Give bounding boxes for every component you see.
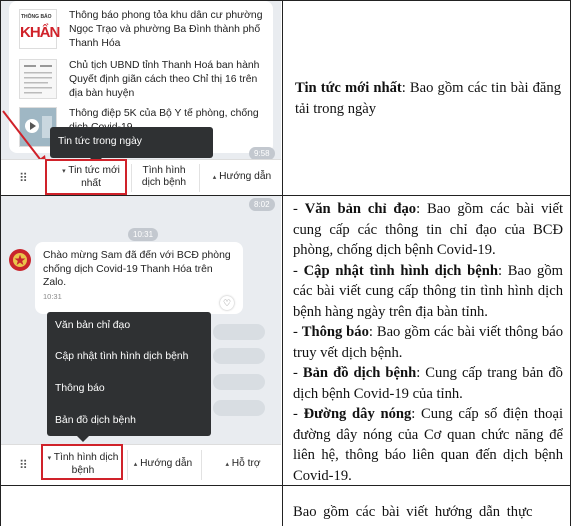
highlight-box <box>41 444 123 480</box>
keyboard-icon[interactable]: ⠿ <box>19 458 28 472</box>
welcome-time: 10:31 <box>43 292 62 301</box>
row3-description: Bao gồm các bài viết hướng dẫn thực <box>293 504 533 520</box>
popup-menu: Tin tức trong ngày <box>50 127 213 164</box>
screenshot-news-menu: THÔNG BÁO KHẨN Thông báo phong tỏa khu d… <box>1 1 281 195</box>
list-item[interactable]: Chủ tịch UBND tỉnh Thanh Hoá ban hành Qu… <box>9 57 271 101</box>
tab-divider <box>201 450 202 480</box>
table-border-middle <box>282 0 283 526</box>
tab-label: Hỗ trợ <box>231 458 261 469</box>
screenshot-epidemic-menu: 8:02 10:31 Chào mừng Sam đã đến với BCĐ … <box>1 196 281 484</box>
term-bold: Thông báo <box>301 324 369 340</box>
menu-item-epidemic-map[interactable]: Bản đồ dịch bệnh <box>55 415 136 426</box>
tab-label: Tình hình dịch bệnh <box>141 165 187 188</box>
date-separator: 10:31 <box>128 228 159 241</box>
message-time: 8:02 <box>249 198 275 211</box>
document-icon <box>20 60 56 98</box>
row1-description: Tin tức mới nhất: Bao gồm các tin bài đă… <box>295 78 561 119</box>
tab-epidemic-status[interactable]: Tình hình dịch bệnh <box>135 165 193 189</box>
tab-support[interactable]: ▴ Hỗ trợ <box>213 458 273 471</box>
tab-divider <box>127 450 128 480</box>
thumbnail-logo-text: THÔNG BÁO <box>21 14 52 20</box>
placeholder-bubble <box>213 400 265 416</box>
menu-item-today-news[interactable]: Tin tức trong ngày <box>58 136 142 147</box>
term-item: - Đường dây nóng: Cung cấp số điện thoại… <box>293 406 563 484</box>
welcome-text: Chào mừng Sam đã đến với BCĐ phòng chống… <box>43 250 231 289</box>
menu-item-announcements[interactable]: Thông báo <box>55 383 105 394</box>
term-bold: Đường dây nóng <box>303 406 412 422</box>
menu-item-epidemic-update[interactable]: Cập nhật tình hình dịch bệnh <box>55 351 188 362</box>
placeholder-bubble <box>213 348 265 364</box>
news-thumbnail: THÔNG BÁO KHẨN <box>19 9 60 49</box>
popup-menu: Văn bản chỉ đạo Cập nhật tình hình dịch … <box>47 312 211 442</box>
row2-description: - Văn bản chỉ đạo: Bao gồm các bài viết … <box>293 199 563 486</box>
news-thumbnail <box>19 59 57 99</box>
term-bold: Tin tức mới nhất <box>295 80 402 96</box>
highlight-box <box>45 159 127 195</box>
term-item: - Cập nhật tình hình dịch bệnh: Bao gồm … <box>293 262 563 320</box>
tab-guide[interactable]: ▴ Hướng dẫn <box>207 171 277 184</box>
placeholder-bubble <box>213 324 265 340</box>
term-bold: Cập nhật tình hình dịch bệnh <box>303 262 498 279</box>
term-bold: Bản đồ dịch bệnh <box>302 365 417 381</box>
welcome-message: Chào mừng Sam đã đến với BCĐ phòng chống… <box>35 242 243 314</box>
thumbnail-brand-text: KHẨN <box>20 24 60 41</box>
tab-divider <box>131 164 132 192</box>
popup-pointer <box>77 436 89 442</box>
keyboard-icon[interactable]: ⠿ <box>19 171 28 185</box>
like-heart-icon[interactable]: ♡ <box>220 296 234 310</box>
tab-label: Hướng dẫn <box>219 171 272 182</box>
news-title: Thông báo phong tỏa khu dân cư phường Ng… <box>69 10 263 49</box>
emblem-avatar-icon <box>9 249 31 271</box>
term-item: - Thông báo: Bao gồm các bài viết thông … <box>293 324 564 361</box>
placeholder-bubble <box>213 374 265 390</box>
news-title: Chủ tịch UBND tỉnh Thanh Hoá ban hành Qu… <box>69 60 260 99</box>
term-item: - Văn bản chỉ đạo: Bao gồm các bài viết … <box>293 201 563 258</box>
list-item[interactable]: THÔNG BÁO KHẨN Thông báo phong tỏa khu d… <box>9 7 271 51</box>
tab-divider <box>199 164 200 192</box>
term-bold: Văn bản chỉ đạo <box>304 201 417 217</box>
term-item: - Bản đồ dịch bệnh: Cung cấp trang bản đ… <box>293 365 563 402</box>
bottom-menu-bar: ⠿ ▾ Tin tức mới nhất Tình hình dịch bệnh… <box>1 159 281 195</box>
document-table: THÔNG BÁO KHẨN Thông báo phong tỏa khu d… <box>0 0 571 526</box>
tab-guide[interactable]: ▴ Hướng dẫn <box>131 458 195 471</box>
menu-item-directives[interactable]: Văn bản chỉ đạo <box>55 320 130 331</box>
tab-label: Hướng dẫn <box>140 458 193 469</box>
